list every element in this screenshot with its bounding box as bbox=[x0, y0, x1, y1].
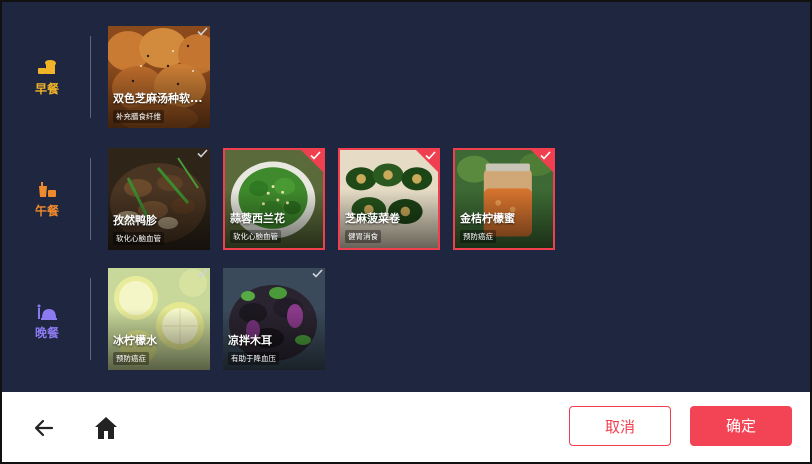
dish-benefit-tag: 软化心脑血管 bbox=[113, 232, 164, 245]
app-window: 早餐 双色芝麻汤种软... 补充膳食纤维 午餐 孜然鸭胗 软化心脑血管 蒜蓉西兰… bbox=[0, 0, 812, 464]
home-icon bbox=[95, 417, 117, 439]
meal-selection-panel: 早餐 双色芝麻汤种软... 补充膳食纤维 午餐 孜然鸭胗 软化心脑血管 蒜蓉西兰… bbox=[2, 2, 810, 392]
dish-name: 孜然鸭胗 bbox=[113, 214, 157, 227]
dinner-icon bbox=[37, 304, 57, 320]
dish-benefit-tag: 补充膳食纤维 bbox=[113, 110, 164, 123]
category-label: 早餐 bbox=[34, 82, 59, 96]
section-divider bbox=[90, 158, 91, 240]
check-icon bbox=[197, 269, 208, 278]
dish-benefit-tag: 软化心脑血管 bbox=[230, 230, 281, 243]
breakfast-section: 早餐 双色芝麻汤种软... 补充膳食纤维 bbox=[2, 26, 810, 130]
dish-card-sesame-spinach-rolls[interactable]: 芝麻菠菜卷 健胃消食 bbox=[338, 148, 440, 250]
category-label: 晚餐 bbox=[34, 326, 59, 340]
dish-name: 金桔柠檬蜜 bbox=[460, 212, 515, 225]
dish-benefit-tag: 预防癌症 bbox=[113, 352, 149, 365]
check-icon bbox=[197, 149, 208, 158]
check-icon bbox=[310, 151, 321, 160]
lunch-icon bbox=[39, 182, 56, 197]
dish-name: 冰柠檬水 bbox=[113, 334, 157, 347]
dinner-category: 晚餐 bbox=[28, 304, 66, 341]
check-icon bbox=[312, 269, 323, 278]
dish-benefit-tag: 健胃消食 bbox=[345, 230, 381, 243]
check-icon bbox=[425, 151, 436, 160]
confirm-button[interactable]: 确定 bbox=[690, 406, 792, 446]
section-divider bbox=[90, 36, 91, 118]
dish-name: 蒜蓉西兰花 bbox=[230, 212, 285, 225]
lunch-category: 午餐 bbox=[28, 182, 66, 219]
home-button[interactable] bbox=[92, 414, 120, 442]
cancel-button[interactable]: 取消 bbox=[569, 406, 671, 446]
category-label: 午餐 bbox=[34, 204, 59, 218]
dinner-section: 晚餐 冰柠檬水 预防癌症 凉拌木耳 有助于降血压 bbox=[2, 268, 810, 372]
lunch-section: 午餐 孜然鸭胗 软化心脑血管 蒜蓉西兰花 软化心脑血管 芝麻菠菜卷 健胃消食 金… bbox=[2, 148, 810, 252]
dish-benefit-tag: 有助于降血压 bbox=[228, 352, 279, 365]
dish-name: 芝麻菠菜卷 bbox=[345, 212, 400, 225]
dish-name: 双色芝麻汤种软... bbox=[113, 92, 203, 105]
dish-card-sesame-bread[interactable]: 双色芝麻汤种软... 补充膳食纤维 bbox=[108, 26, 210, 128]
dish-card-kumquat-lemon-honey[interactable]: 金桔柠檬蜜 预防癌症 bbox=[453, 148, 555, 250]
dish-card-cumin-duck-gizzard[interactable]: 孜然鸭胗 软化心脑血管 bbox=[108, 148, 210, 250]
section-divider bbox=[90, 278, 91, 360]
back-button[interactable] bbox=[30, 414, 58, 442]
dish-card-cold-wood-ear[interactable]: 凉拌木耳 有助于降血压 bbox=[223, 268, 325, 370]
breakfast-category: 早餐 bbox=[28, 60, 66, 97]
dish-card-garlic-broccoli[interactable]: 蒜蓉西兰花 软化心脑血管 bbox=[223, 148, 325, 250]
dish-card-iced-lemon-water[interactable]: 冰柠檬水 预防癌症 bbox=[108, 268, 210, 370]
check-icon bbox=[540, 151, 551, 160]
dish-name: 凉拌木耳 bbox=[228, 334, 272, 347]
dish-benefit-tag: 预防癌症 bbox=[460, 230, 496, 243]
bread-icon bbox=[38, 60, 56, 74]
bottom-action-bar: 取消 确定 bbox=[2, 392, 810, 462]
check-icon bbox=[197, 27, 208, 36]
back-arrow-icon bbox=[34, 419, 54, 437]
